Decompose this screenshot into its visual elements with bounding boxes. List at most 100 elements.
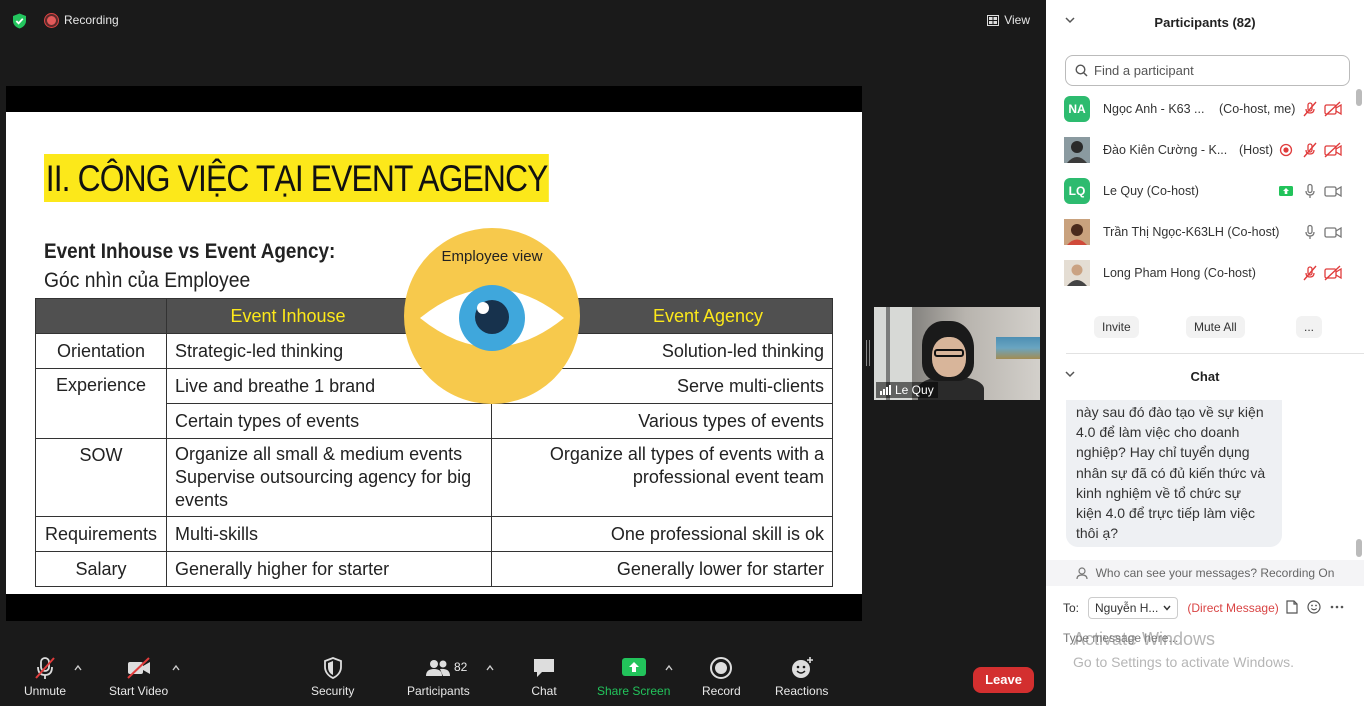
microphone-muted-icon[interactable] [1302, 265, 1318, 281]
recipient-value: Nguyễn H... [1095, 601, 1159, 615]
record-button[interactable]: Record [702, 656, 741, 698]
video-tile-name-tag: Le Quy [876, 382, 938, 398]
share-screen-button[interactable]: Share Screen [597, 656, 670, 698]
video-options-caret-icon[interactable] [172, 664, 180, 672]
more-options-button[interactable]: ... [1296, 316, 1323, 338]
participant-role: (Co-host, me) [1219, 102, 1296, 116]
unmute-label: Unmute [24, 684, 67, 698]
cell-line: Organize all types of events with a [549, 444, 824, 464]
table-row: SOW Organize all small & medium events S… [35, 438, 833, 517]
participant-row[interactable]: NA Ngọc Anh - K63 ... (Co-host, me) [1046, 89, 1364, 130]
reactions-button[interactable]: Reactions [775, 656, 828, 698]
chat-bubble-icon [534, 659, 554, 677]
table-row: Requirements Multi-skills One profession… [35, 516, 833, 552]
microphone-icon[interactable] [1302, 224, 1318, 240]
table-row-label: Salary [35, 551, 167, 587]
collapse-chevron-icon[interactable] [1065, 16, 1075, 24]
chat-panel-title: Chat [1190, 368, 1220, 384]
meeting-toolbar: Unmute Start Video Security Participants… [0, 648, 1046, 706]
microphone-muted-icon[interactable] [1302, 101, 1318, 117]
recording-dot-icon [45, 13, 58, 27]
presentation-slide: II. CÔNG VIỆC TẠI EVENT AGENCY Event Inh… [6, 112, 862, 594]
table-cell-agency: Generally lower for starter [491, 551, 833, 587]
cell-line: Supervise outsourcing agency for big [175, 467, 472, 487]
side-panel: Participants (82) NA Ngọc Anh - K63 ... … [1046, 0, 1364, 706]
collapse-chevron-icon[interactable] [1065, 370, 1075, 378]
invite-button[interactable]: Invite [1094, 316, 1139, 338]
chat-panel-header: Chat [1046, 354, 1364, 398]
video-off-icon[interactable] [1324, 265, 1342, 281]
chat-message-line: nghiệp? Hay chỉ tuyển dụng [1076, 444, 1250, 461]
avatar-photo [1064, 260, 1090, 286]
activation-watermark-subtitle: Go to Settings to activate Windows. [1073, 654, 1294, 670]
participant-list-scrollbar[interactable] [1356, 89, 1362, 106]
chat-message-line: 4.0 để làm việc cho doanh [1076, 424, 1240, 441]
table-cell-inhouse: Organize all small & medium events Super… [166, 438, 492, 517]
security-shield-icon[interactable] [12, 13, 27, 29]
participant-search-input[interactable] [1094, 63, 1334, 78]
meeting-area: Recording View II. CÔNG VIỆC TẠI EVENT A… [0, 0, 1046, 706]
share-screen-icon [621, 658, 646, 676]
cell-line: professional event team [632, 467, 824, 487]
chat-button[interactable]: Chat [530, 656, 558, 698]
participant-search[interactable] [1065, 55, 1350, 86]
participant-video-tile[interactable]: Le Quy [874, 307, 1040, 400]
participant-name: Ngọc Anh - K63 ... [1103, 102, 1205, 116]
microphone-muted-icon[interactable] [1302, 142, 1318, 158]
chat-message-line: thôi ạ? [1076, 525, 1119, 542]
recording-dot-icon [1279, 143, 1293, 157]
video-camera-off-icon [126, 657, 150, 679]
avatar [1064, 260, 1090, 286]
video-camera-icon[interactable] [1324, 224, 1342, 240]
more-icon[interactable] [1330, 605, 1344, 609]
participant-list: NA Ngọc Anh - K63 ... (Co-host, me) Đào … [1046, 89, 1364, 294]
signal-strength-icon [880, 385, 891, 395]
leave-button[interactable]: Leave [973, 667, 1034, 693]
security-button[interactable]: Security [311, 656, 354, 698]
meeting-top-bar: Recording View [0, 0, 1046, 40]
microphone-icon[interactable] [1302, 183, 1318, 199]
emoji-icon[interactable] [1307, 600, 1321, 614]
participant-name: Trần Thị Ngọc-K63LH (Co-host) [1103, 225, 1280, 239]
video-off-icon[interactable] [1324, 142, 1342, 158]
avatar [1064, 219, 1090, 245]
avatar-photo [1064, 219, 1090, 245]
video-camera-icon[interactable] [1324, 183, 1342, 199]
recording-indicator[interactable]: Recording [45, 13, 119, 27]
start-video-button[interactable]: Start Video [109, 656, 168, 698]
participant-row[interactable]: Long Pham Hong (Co-host) [1046, 253, 1364, 294]
shared-screen: II. CÔNG VIỆC TẠI EVENT AGENCY Event Inh… [6, 86, 862, 621]
eye-badge-label: Employee view [441, 248, 543, 265]
chat-scrollbar[interactable] [1356, 539, 1362, 557]
participants-options-caret-icon[interactable] [486, 664, 494, 672]
video-off-icon[interactable] [1324, 101, 1342, 117]
table-cell-inhouse: Generally higher for starter [166, 551, 492, 587]
audio-options-caret-icon[interactable] [74, 664, 82, 672]
recipient-select[interactable]: Nguyễn H... [1088, 597, 1179, 619]
chat-recipient-row: To: Nguyễn H... (Direct Message) [1063, 597, 1279, 619]
unmute-button[interactable]: Unmute [24, 656, 66, 698]
chat-message-line: kinh nghiệm về tổ chức sự [1076, 484, 1242, 501]
resize-handle[interactable] [866, 340, 870, 366]
table-row-label: Requirements [35, 516, 167, 552]
zoom-app: Recording View II. CÔNG VIỆC TẠI EVENT A… [0, 0, 1364, 706]
cell-line: events [175, 490, 229, 510]
table-row: Salary Generally higher for starter Gene… [35, 551, 833, 587]
chat-privacy-notice[interactable]: Who can see your messages? Recording On [1046, 560, 1364, 586]
chat-label: Chat [531, 684, 557, 698]
chat-privacy-text: Who can see your messages? Recording On [1095, 566, 1335, 580]
file-icon[interactable] [1286, 600, 1298, 614]
table-cell-inhouse: Multi-skills [166, 516, 492, 552]
participant-row[interactable]: Đào Kiên Cường - K... (Host) [1046, 130, 1364, 171]
table-row-label: Experience [35, 368, 167, 439]
avatar-photo [1064, 137, 1090, 163]
eye-glint [477, 302, 489, 314]
chat-message-line: nhân sự đã có đủ kiến thức và [1076, 464, 1266, 481]
slide-subtitle-bold: Event Inhouse vs Event Agency: [44, 240, 336, 263]
share-options-caret-icon[interactable] [665, 664, 673, 672]
mute-all-button[interactable]: Mute All [1186, 316, 1245, 338]
view-button[interactable]: View [987, 13, 1030, 27]
table-header-cell [35, 298, 167, 334]
participant-row[interactable]: Trần Thị Ngọc-K63LH (Co-host) [1046, 212, 1364, 253]
participant-row[interactable]: LQ Le Quy (Co-host) [1046, 171, 1364, 212]
